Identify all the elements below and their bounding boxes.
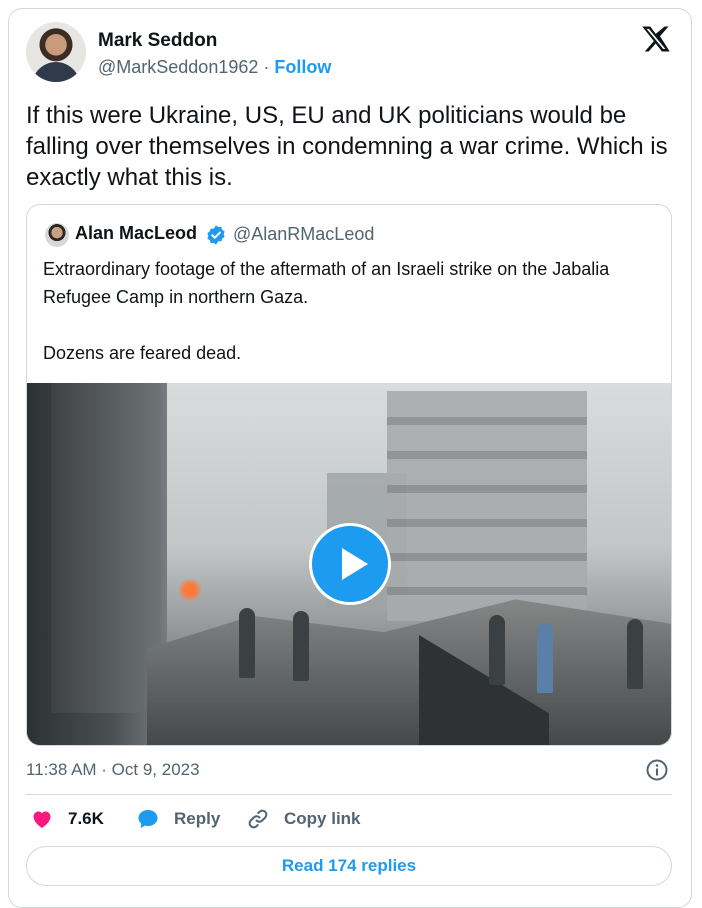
info-icon[interactable] — [645, 758, 669, 782]
person-figure — [489, 615, 505, 685]
quoted-author-avatar[interactable] — [45, 223, 69, 247]
author-handle[interactable]: @MarkSeddon1962 — [98, 57, 258, 77]
author-name[interactable]: Mark Seddon — [98, 30, 217, 52]
tweet-timestamp[interactable]: 11:38 AM · Oct 9, 2023 — [26, 760, 200, 780]
reply-button[interactable]: Reply — [136, 807, 220, 831]
handle-separator: · — [263, 57, 270, 77]
action-bar: 7.6K Reply Copy link — [26, 807, 672, 837]
like-count: 7.6K — [68, 809, 104, 828]
copy-link-button[interactable]: Copy link — [246, 807, 361, 831]
ruined-pillar — [51, 383, 161, 713]
quoted-author-handle[interactable]: @AlanRMacLeod — [233, 224, 374, 245]
person-figure — [239, 608, 255, 678]
quoted-author-name[interactable]: Alan MacLeod — [75, 223, 197, 244]
x-logo-icon[interactable] — [641, 24, 671, 54]
reply-bubble-icon — [138, 810, 158, 828]
tweet-text: If this were Ukraine, US, EU and UK poli… — [26, 102, 668, 191]
reply-label: Reply — [174, 809, 221, 828]
read-replies-button[interactable]: Read 174 replies — [26, 846, 672, 886]
quoted-tweet-text: Extraordinary footage of the aftermath o… — [43, 259, 610, 363]
quoted-tweet[interactable]: Alan MacLeod @AlanRMacLeod Extraordinary… — [26, 204, 672, 746]
damaged-building — [387, 391, 587, 621]
person-figure — [537, 623, 553, 693]
copy-link-label: Copy link — [284, 809, 361, 828]
person-figure — [293, 611, 309, 681]
avatar-shoulders — [32, 62, 80, 82]
author-handle-row: @MarkSeddon1962 · Follow — [98, 57, 331, 78]
link-icon — [248, 809, 268, 829]
author-avatar[interactable] — [26, 22, 86, 82]
follow-button[interactable]: Follow — [274, 57, 331, 77]
like-button[interactable]: 7.6K — [30, 807, 104, 831]
person-figure — [627, 619, 643, 689]
heart-icon — [33, 811, 51, 828]
verified-badge-icon — [207, 225, 225, 245]
divider — [26, 794, 672, 795]
video-thumbnail[interactable] — [27, 383, 671, 745]
fire-glow — [177, 579, 203, 601]
play-icon[interactable] — [309, 523, 391, 605]
